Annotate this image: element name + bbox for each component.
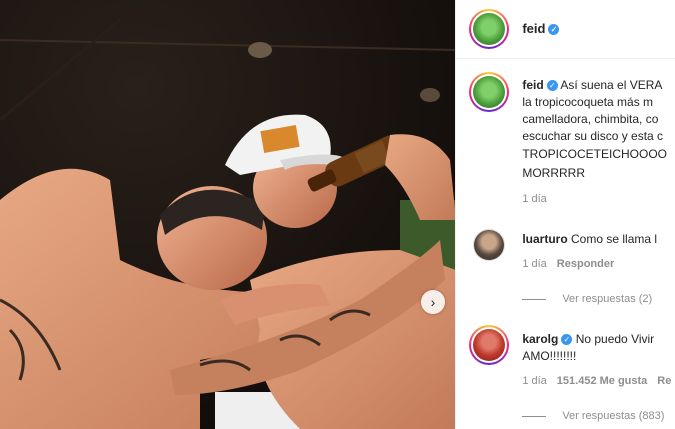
comment-karolg: karolg ✓ No puedo Vivir [522,332,655,346]
comment-luarturo: luarturo Como se llama l [522,232,658,246]
caption-line-5: TROPICOCETEICHOOOO [522,147,668,161]
comment-meta: 1 día Responder [522,258,615,270]
post-side-panel: feid ✓ feid ✓ Así suena el VERA la tropico… [455,0,675,429]
author-username[interactable]: feid ✓ [522,21,560,36]
post-header: feid ✓ [456,0,675,59]
verified-badge-icon: ✓ [548,24,560,35]
comment-username[interactable]: karolg [522,332,558,346]
reply-button[interactable]: Re [657,375,671,387]
likes-count[interactable]: 151.452 Me gusta [557,375,648,387]
photo-illustration [0,0,456,429]
caption-line-1: feid ✓ Así suena el VERA [522,78,663,92]
comment-avatar-luarturo[interactable] [473,229,506,261]
comment-meta: 1 día 151.452 Me gusta Re [522,375,672,387]
reply-button[interactable]: Responder [557,258,614,270]
comment-avatar-karolg[interactable] [469,325,510,365]
verified-badge-icon: ✓ [561,334,573,345]
next-photo-button[interactable]: › [421,290,445,314]
verified-badge-icon: ✓ [546,80,558,91]
caption-line-3: camelladora, chimbita, co [522,112,659,126]
view-replies-button[interactable]: Ver respuestas (2) [522,293,652,305]
caption-username[interactable]: feid [522,78,543,92]
caption-line-4: escuchar su disco y esta c [522,129,664,143]
caption-line-6: MORRRRR [522,166,585,180]
comment-karolg-line-2: AMO!!!!!!!! [522,349,577,363]
comment-username[interactable]: luarturo [522,232,567,246]
caption-line-2: la tropicocoqueta más m [522,95,654,109]
caption-avatar[interactable] [469,72,510,112]
post-photo[interactable]: › [0,0,456,429]
caption-time: 1 día [522,193,547,205]
view-replies-button[interactable]: Ver respuestas (883) [522,410,664,422]
author-avatar[interactable] [469,9,510,49]
